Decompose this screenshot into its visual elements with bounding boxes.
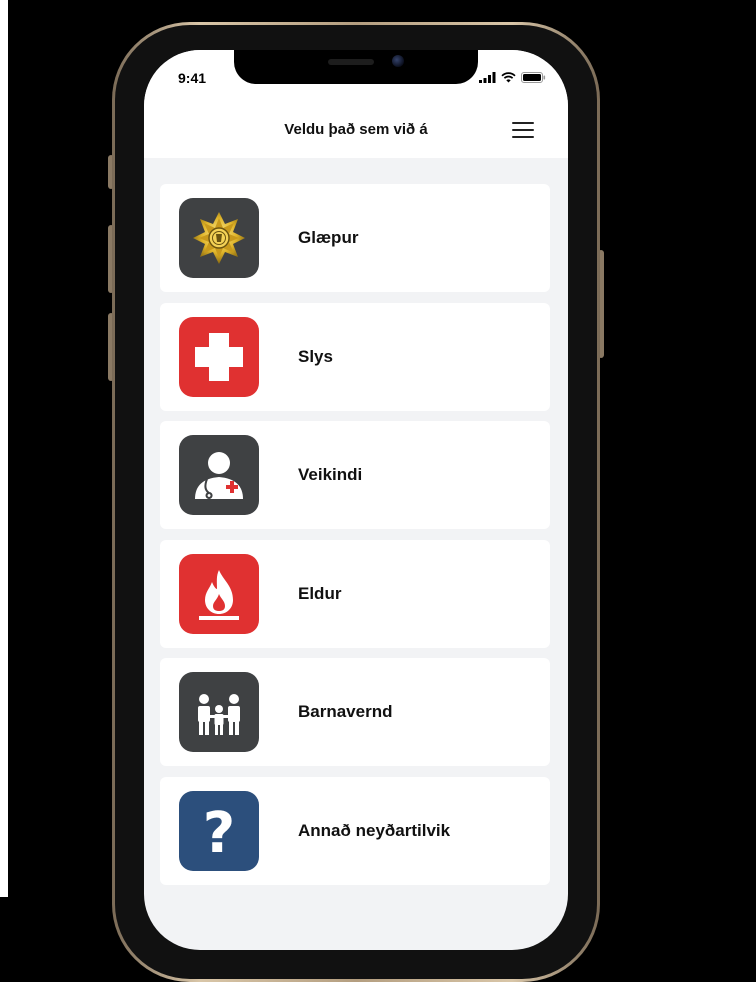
phone-screen: 9:41 Veldu það sem við á Glæpur Slys Vei… (144, 50, 568, 950)
list-item-label: Slys (298, 346, 333, 366)
status-icons (479, 72, 546, 83)
family-icon (179, 672, 259, 752)
fire-icon (179, 553, 259, 634)
list-item-eldur[interactable]: Eldur (160, 539, 550, 648)
list-item-label: Barnavernd (298, 702, 393, 721)
page-edge (0, 0, 8, 897)
emergency-type-list: Glæpur Slys Veikindi Eldur Barnavernd ? … (160, 184, 550, 895)
list-item-barnavernd[interactable]: Barnavernd (160, 658, 550, 766)
police-badge-icon (179, 198, 259, 278)
cellular-signal-icon (479, 72, 496, 83)
earpiece-speaker (328, 59, 374, 65)
doctor-icon (179, 435, 259, 515)
question-mark-icon: ? (179, 790, 259, 871)
list-item-label: Eldur (298, 583, 342, 603)
hamburger-menu-icon[interactable] (512, 122, 534, 138)
list-item-label: Veikindi (298, 465, 363, 484)
first-aid-cross-icon (179, 316, 259, 397)
list-item-label: Annað neyðartilvik (298, 820, 451, 840)
list-item-annad-neydartilvik[interactable]: ? Annað neyðartilvik (160, 776, 550, 885)
front-camera (392, 55, 404, 67)
svg-text:?: ? (203, 801, 235, 866)
status-time: 9:41 (178, 70, 207, 86)
list-item-label: Glæpur (298, 228, 359, 247)
app-header: Veldu það sem við á (144, 102, 568, 158)
list-item-glaepur[interactable]: Glæpur (160, 184, 550, 292)
list-item-veikindi[interactable]: Veikindi (160, 421, 550, 529)
wifi-icon (501, 72, 516, 83)
battery-icon (521, 72, 546, 83)
phone-notch (234, 50, 478, 84)
list-item-slys[interactable]: Slys (160, 302, 550, 411)
page-title: Veldu það sem við á (284, 121, 428, 138)
